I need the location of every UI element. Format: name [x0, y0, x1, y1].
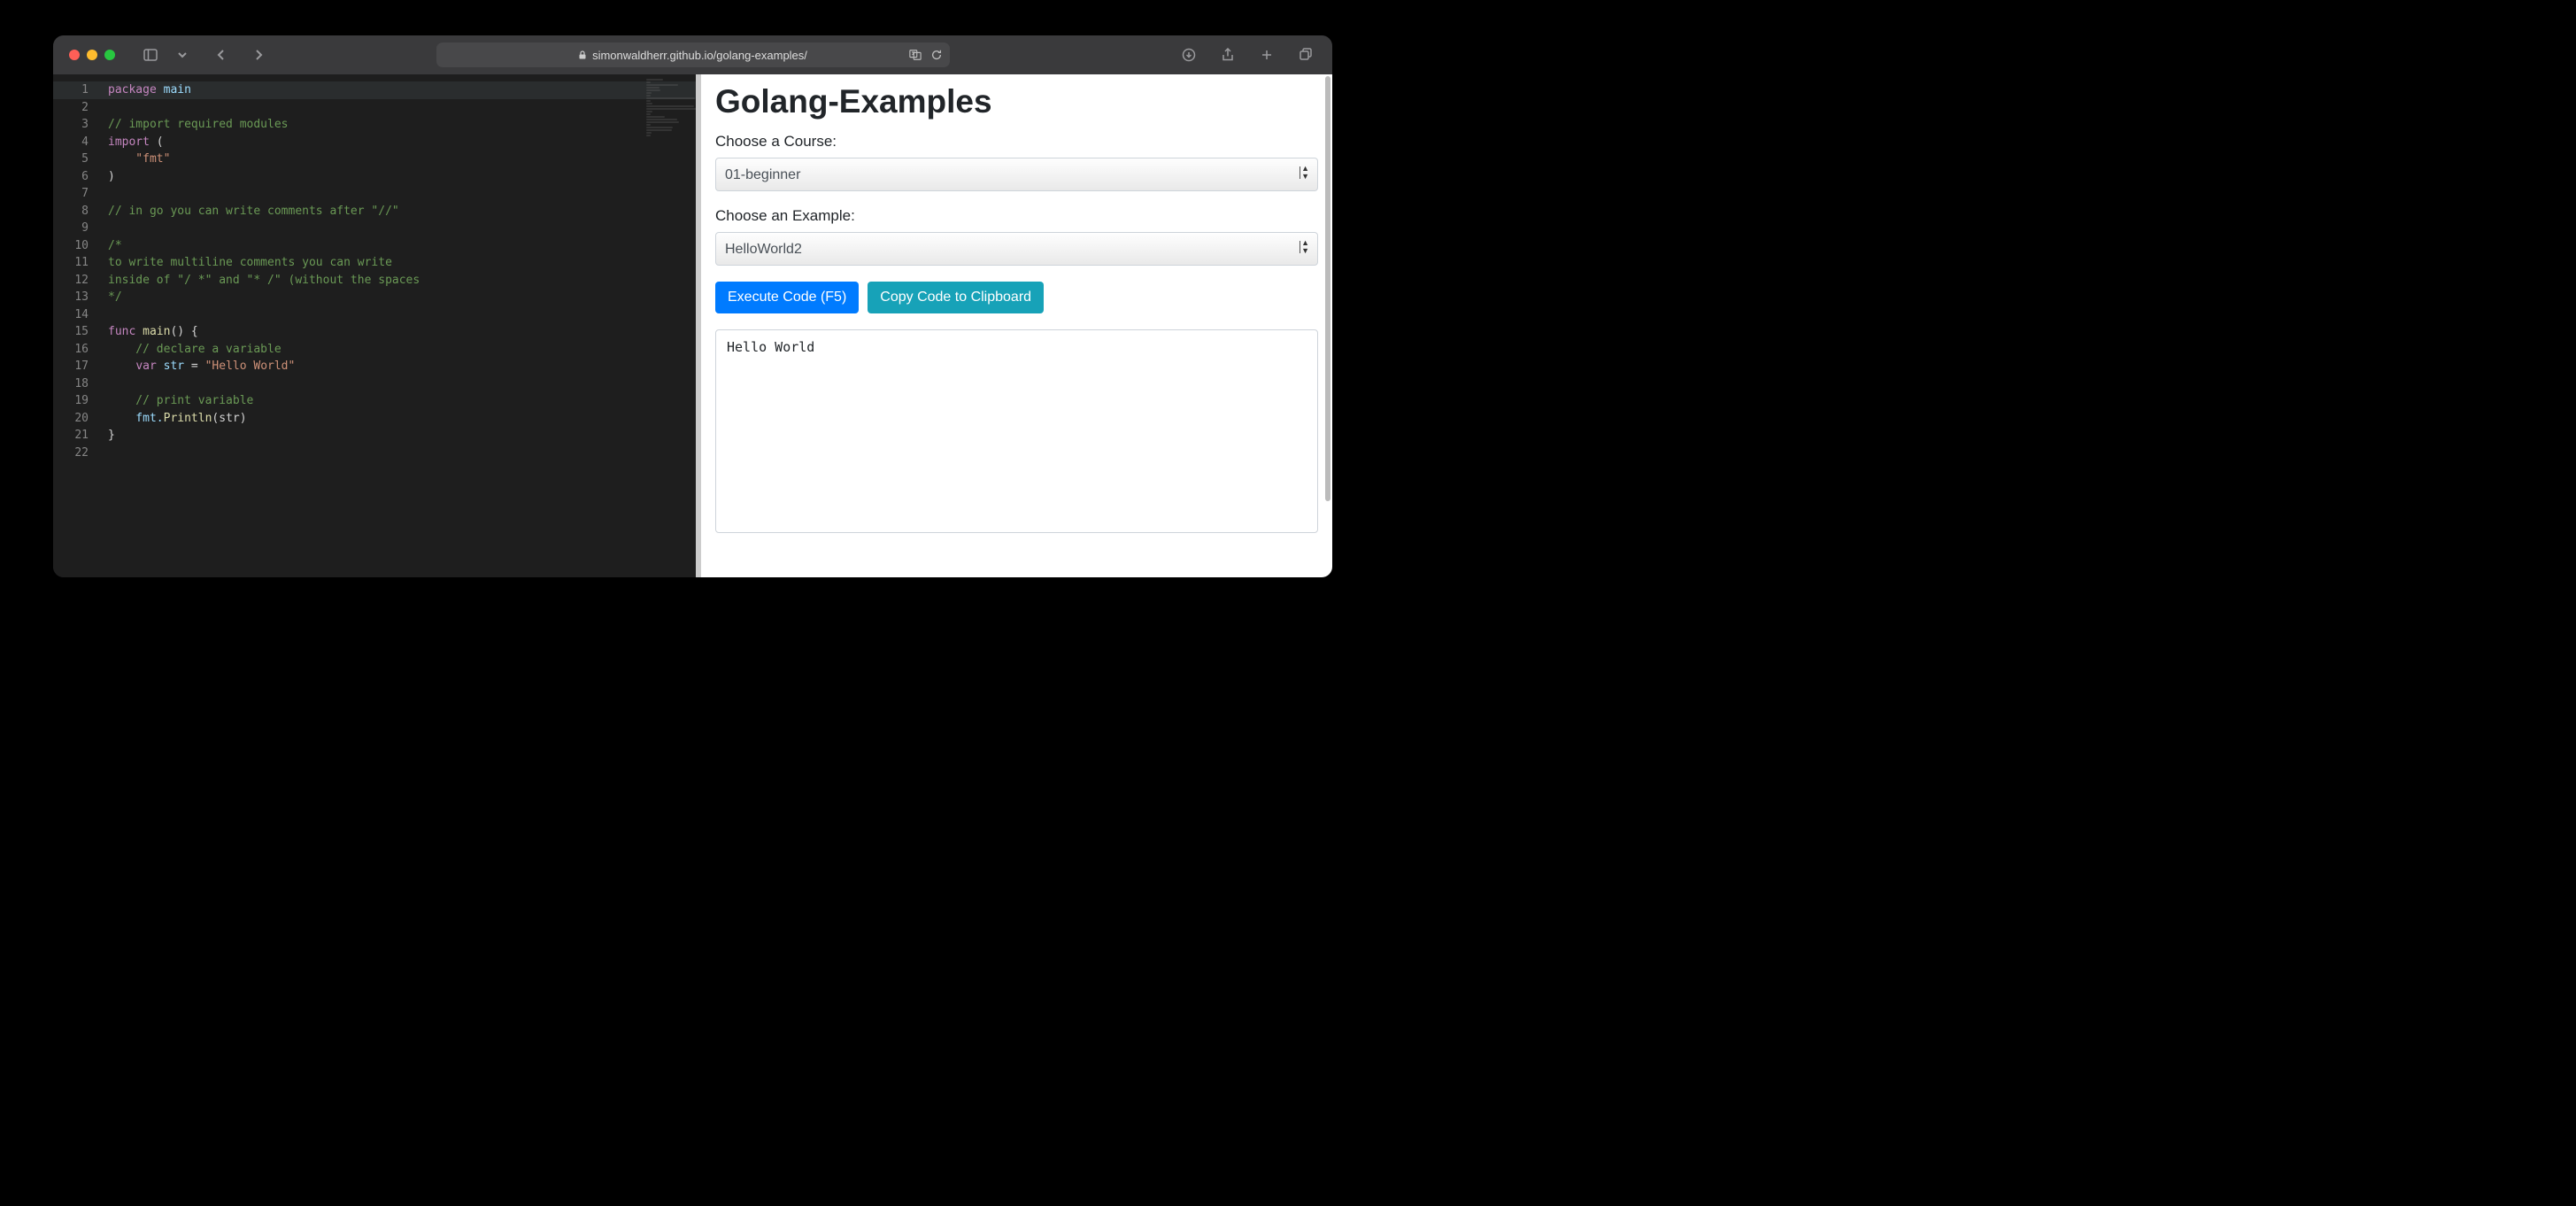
traffic-lights	[69, 50, 115, 60]
tabs-icon[interactable]	[1295, 44, 1316, 66]
chevron-down-icon[interactable]	[172, 44, 193, 66]
forward-button[interactable]	[248, 44, 269, 66]
page-title: Golang-Examples	[715, 83, 1318, 120]
course-label: Choose a Course:	[715, 133, 1318, 151]
back-button[interactable]	[211, 44, 232, 66]
minimap[interactable]	[643, 78, 696, 577]
content-area: 12345678910111213141516171819202122 pack…	[53, 74, 1332, 577]
new-tab-icon[interactable]	[1256, 44, 1277, 66]
downloads-icon[interactable]	[1178, 44, 1199, 66]
lock-icon	[578, 50, 587, 59]
control-panel: Golang-Examples Choose a Course: 01-begi…	[701, 74, 1332, 577]
code-content[interactable]: package main // import required modulesi…	[108, 81, 420, 461]
example-label: Choose an Example:	[715, 207, 1318, 225]
url-text: simonwaldherr.github.io/golang-examples/	[592, 49, 807, 62]
copy-button[interactable]: Copy Code to Clipboard	[868, 282, 1044, 313]
nav-buttons	[211, 44, 269, 66]
close-window-button[interactable]	[69, 50, 80, 60]
sidebar-toggle-icon[interactable]	[140, 44, 161, 66]
execute-button[interactable]: Execute Code (F5)	[715, 282, 859, 313]
browser-window: simonwaldherr.github.io/golang-examples/…	[53, 35, 1332, 577]
titlebar: simonwaldherr.github.io/golang-examples/	[53, 35, 1332, 74]
line-gutter: 12345678910111213141516171819202122	[53, 81, 97, 461]
translate-icon[interactable]	[909, 49, 922, 61]
course-select[interactable]: 01-beginner	[715, 158, 1318, 191]
maximize-window-button[interactable]	[104, 50, 115, 60]
output-area: Hello World	[715, 329, 1318, 533]
example-select[interactable]: HelloWorld2	[715, 232, 1318, 266]
scrollbar[interactable]	[1325, 76, 1330, 501]
address-bar[interactable]: simonwaldherr.github.io/golang-examples/	[436, 43, 950, 67]
share-icon[interactable]	[1217, 44, 1238, 66]
reload-icon[interactable]	[930, 49, 943, 61]
minimize-window-button[interactable]	[87, 50, 97, 60]
code-editor[interactable]: 12345678910111213141516171819202122 pack…	[53, 74, 696, 577]
